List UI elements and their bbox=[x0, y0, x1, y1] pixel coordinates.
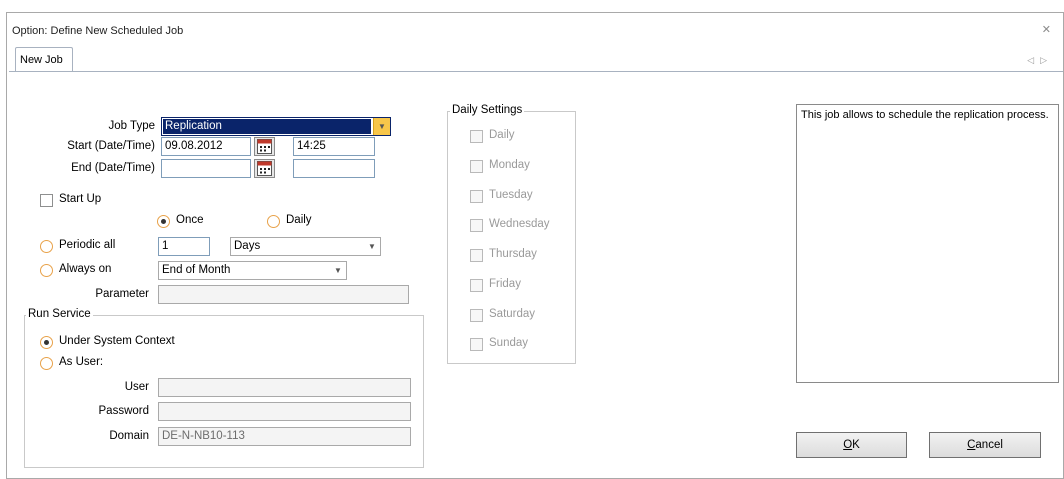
start-time-input[interactable]: 14:25 bbox=[293, 137, 375, 156]
ok-mnemonic: O bbox=[843, 439, 853, 451]
user-label: User bbox=[124, 381, 149, 393]
day-checkbox-daily[interactable] bbox=[470, 130, 483, 143]
parameter-label: Parameter bbox=[95, 288, 149, 300]
chevron-down-icon[interactable]: ▼ bbox=[373, 118, 390, 135]
start-up-checkbox[interactable] bbox=[40, 194, 53, 207]
day-label-tuesday: Tuesday bbox=[489, 189, 533, 201]
chevron-down-icon[interactable]: ▼ bbox=[330, 262, 346, 279]
always-on-select[interactable]: End of Month ▼ bbox=[158, 261, 347, 280]
day-checkbox-thursday[interactable] bbox=[470, 249, 483, 262]
day-checkbox-monday[interactable] bbox=[470, 160, 483, 173]
job-type-select[interactable]: Replication ▼ bbox=[161, 117, 391, 136]
day-label-thursday: Thursday bbox=[489, 248, 537, 260]
as-user-radio[interactable] bbox=[40, 357, 53, 370]
window-title: Option: Define New Scheduled Job bbox=[12, 25, 184, 37]
domain-label: Domain bbox=[109, 430, 149, 442]
day-label-daily: Daily bbox=[489, 129, 515, 141]
day-checkbox-tuesday[interactable] bbox=[470, 190, 483, 203]
job-type-label: Job Type bbox=[108, 120, 155, 132]
periodic-unit-select[interactable]: Days ▼ bbox=[230, 237, 381, 256]
ok-label-rest: K bbox=[852, 439, 860, 451]
tab-content: Job Type Replication ▼ Start (Date/Time)… bbox=[9, 71, 1063, 479]
daily-settings-legend: Daily Settings bbox=[450, 104, 525, 116]
tab-scroll-arrows[interactable]: ◁▷ bbox=[1027, 55, 1053, 66]
always-on-label: Always on bbox=[59, 263, 112, 275]
password-input[interactable] bbox=[158, 402, 411, 421]
cancel-button[interactable]: Cancel bbox=[929, 432, 1041, 458]
periodic-radio[interactable] bbox=[40, 240, 53, 253]
title-bar: Option: Define New Scheduled Job ✕ bbox=[7, 13, 1063, 41]
always-on-value: End of Month bbox=[162, 264, 231, 276]
as-user-label: As User: bbox=[59, 356, 104, 368]
daily-label: Daily bbox=[286, 214, 312, 226]
job-description: This job allows to schedule the replicat… bbox=[796, 104, 1059, 383]
cancel-label-rest: ancel bbox=[975, 439, 1003, 451]
chevron-down-icon[interactable]: ▼ bbox=[364, 238, 380, 255]
password-label: Password bbox=[98, 405, 150, 417]
end-time-input[interactable] bbox=[293, 159, 375, 178]
once-label: Once bbox=[176, 214, 204, 226]
run-service-legend: Run Service bbox=[26, 308, 93, 320]
start-date-input[interactable]: 09.08.2012 bbox=[161, 137, 251, 156]
day-checkbox-friday[interactable] bbox=[470, 279, 483, 292]
day-checkbox-sunday[interactable] bbox=[470, 338, 483, 351]
daily-radio[interactable] bbox=[267, 215, 280, 228]
system-context-radio[interactable] bbox=[40, 336, 53, 349]
close-icon[interactable]: ✕ bbox=[1042, 23, 1051, 36]
end-datetime-label: End (Date/Time) bbox=[71, 162, 155, 174]
periodic-value-input[interactable]: 1 bbox=[158, 237, 210, 256]
scheduled-job-dialog: Option: Define New Scheduled Job ✕ New J… bbox=[6, 12, 1064, 479]
day-label-sunday: Sunday bbox=[489, 337, 529, 349]
parameter-input[interactable] bbox=[158, 285, 409, 304]
periodic-label: Periodic all bbox=[59, 239, 116, 251]
calendar-icon[interactable] bbox=[254, 137, 275, 156]
system-context-label: Under System Context bbox=[59, 335, 175, 347]
daily-settings-group bbox=[447, 111, 576, 364]
end-date-input[interactable] bbox=[161, 159, 251, 178]
day-checkbox-saturday[interactable] bbox=[470, 309, 483, 322]
day-label-wednesday: Wednesday bbox=[489, 218, 550, 230]
start-datetime-label: Start (Date/Time) bbox=[67, 140, 155, 152]
day-label-saturday: Saturday bbox=[489, 308, 536, 320]
ok-button[interactable]: OK bbox=[796, 432, 907, 458]
once-radio[interactable] bbox=[157, 215, 170, 228]
always-on-radio[interactable] bbox=[40, 264, 53, 277]
calendar-icon[interactable] bbox=[254, 159, 275, 178]
start-up-label: Start Up bbox=[59, 193, 102, 205]
day-checkbox-wednesday[interactable] bbox=[470, 219, 483, 232]
tab-new-job[interactable]: New Job bbox=[15, 47, 73, 72]
domain-input[interactable]: DE-N-NB10-113 bbox=[158, 427, 411, 446]
job-type-value: Replication bbox=[163, 119, 371, 134]
day-label-monday: Monday bbox=[489, 159, 530, 171]
periodic-unit-value: Days bbox=[234, 240, 261, 252]
cancel-mnemonic: C bbox=[967, 439, 976, 451]
day-label-friday: Friday bbox=[489, 278, 521, 290]
user-input[interactable] bbox=[158, 378, 411, 397]
